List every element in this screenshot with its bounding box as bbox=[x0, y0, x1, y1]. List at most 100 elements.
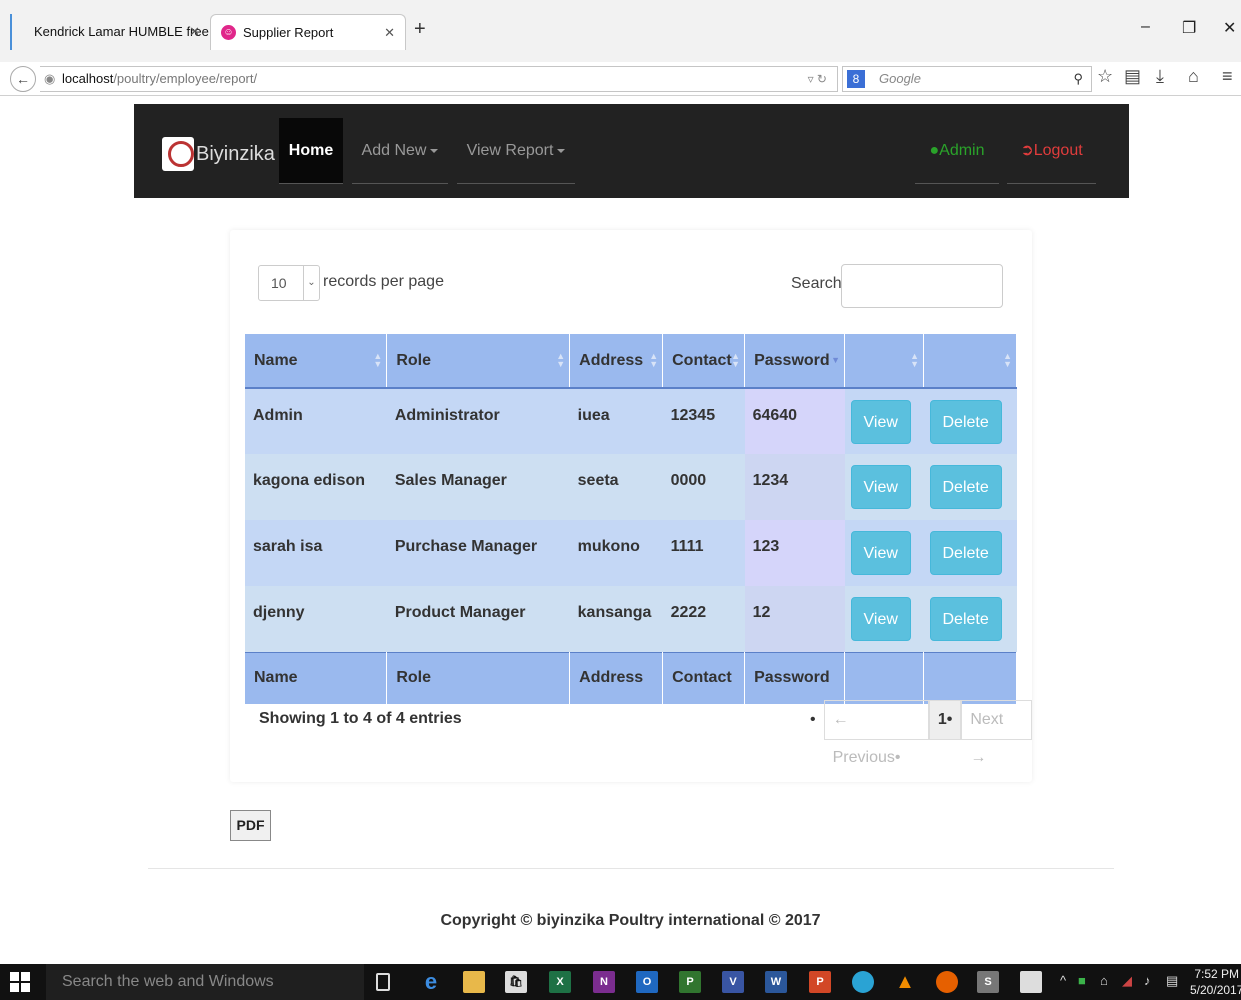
outlook-icon[interactable]: O bbox=[636, 971, 658, 993]
nav-admin-label: Admin bbox=[939, 142, 985, 159]
tray-app-icon[interactable]: ■ bbox=[1078, 973, 1086, 988]
caret-down-icon bbox=[430, 148, 439, 153]
reading-list-icon[interactable]: ▤ bbox=[1124, 66, 1141, 87]
word-icon[interactable]: W bbox=[765, 971, 787, 993]
notifications-icon[interactable]: ▤ bbox=[1166, 973, 1178, 989]
magnifier-icon[interactable]: ⚲ bbox=[1073, 67, 1083, 91]
bird-app-icon[interactable] bbox=[852, 971, 874, 993]
nav-logout[interactable]: ➲Logout bbox=[1007, 118, 1096, 184]
nav-add-new[interactable]: Add New bbox=[352, 118, 448, 184]
table-footer-row: Name Role Address Contact Password bbox=[245, 651, 1017, 704]
nav-view-report-label: View Report bbox=[466, 142, 554, 159]
visio-icon[interactable]: V bbox=[722, 971, 744, 993]
report-panel: 10 ⌄ records per page Search: Name ▲ ▼ Rol… bbox=[230, 230, 1032, 782]
vlc-icon[interactable]: ▲ bbox=[894, 971, 916, 993]
tab-close-icon[interactable]: ✕ bbox=[189, 14, 200, 50]
pdf-button[interactable]: PDF bbox=[230, 810, 271, 841]
nav-admin[interactable]: ●Admin bbox=[915, 118, 999, 184]
next-page-button[interactable]: Next → bbox=[961, 700, 1032, 766]
excel-icon[interactable]: X bbox=[549, 971, 571, 993]
store-icon[interactable]: 🛍 bbox=[505, 971, 527, 993]
brand-logo-icon bbox=[162, 137, 194, 171]
previous-page-button[interactable]: ← Previous• bbox=[823, 700, 929, 766]
col-header-password[interactable]: Password ▼ bbox=[744, 334, 846, 389]
restore-icon[interactable]: ❐ bbox=[1182, 18, 1196, 38]
nav-view-report[interactable]: View Report bbox=[457, 118, 575, 184]
tab-favicon-icon: ☺ bbox=[221, 25, 236, 40]
foot-name: Name bbox=[245, 651, 388, 704]
powerpoint-icon[interactable]: P bbox=[809, 971, 831, 993]
page-length-select[interactable]: 10 ⌄ bbox=[258, 265, 320, 301]
minimize-icon[interactable]: – bbox=[1141, 18, 1150, 36]
edge-icon[interactable]: e bbox=[420, 971, 442, 993]
sort-icon: ▲ ▼ bbox=[910, 351, 919, 369]
nav-home[interactable]: Home bbox=[279, 118, 343, 184]
delete-button[interactable]: Delete bbox=[929, 400, 1002, 444]
col-header-contact[interactable]: Contact ▲ ▼ bbox=[662, 334, 746, 389]
task-view-icon[interactable] bbox=[376, 973, 390, 991]
cell-delete: Delete bbox=[923, 388, 1017, 454]
browser-tab-2-active[interactable]: ☺ Supplier Report ✕ bbox=[210, 14, 406, 50]
view-button[interactable]: View bbox=[850, 531, 911, 575]
tray-chevron-icon[interactable]: ^ bbox=[1060, 973, 1066, 988]
taskbar-search[interactable]: Search the web and Windows bbox=[46, 964, 364, 1000]
search-input[interactable] bbox=[841, 264, 1003, 308]
cell-delete: Delete bbox=[923, 586, 1017, 652]
col-header-address[interactable]: Address ▲ ▼ bbox=[569, 334, 664, 389]
cell-view: View bbox=[844, 454, 924, 520]
brand[interactable]: Biyinzika bbox=[162, 134, 275, 174]
table-row: Admin Administrator iuea 12345 64640 Vie… bbox=[245, 388, 1017, 454]
cell-address: iuea bbox=[569, 388, 663, 454]
col-header-role[interactable]: Role ▲ ▼ bbox=[386, 334, 571, 389]
window-close-icon[interactable]: ✕ bbox=[1223, 18, 1236, 38]
tab-close-icon[interactable]: ✕ bbox=[384, 15, 395, 51]
url-bar[interactable]: ◉ localhost/poultry/employee/report/ ▿ ↻ bbox=[40, 66, 838, 92]
pagination: • ← Previous• 1• Next → bbox=[810, 700, 1032, 766]
col-header-view[interactable]: ▲ ▼ bbox=[844, 334, 924, 389]
url-path: /poultry/employee/report/ bbox=[113, 71, 258, 86]
table-row: sarah isa Purchase Manager mukono 1111 1… bbox=[245, 520, 1017, 586]
sublime-icon[interactable]: S bbox=[977, 971, 999, 993]
browser-search-box[interactable]: 8 Google ⚲ bbox=[842, 66, 1092, 92]
cell-view: View bbox=[844, 586, 924, 652]
home-icon[interactable]: ⌂ bbox=[1188, 66, 1199, 87]
network-icon[interactable]: ⌂ bbox=[1100, 973, 1108, 988]
user-icon: ● bbox=[929, 142, 940, 159]
browser-tab-1[interactable]: Kendrick Lamar HUMBLE free ... ✕ bbox=[10, 14, 210, 75]
new-tab-icon[interactable]: + bbox=[414, 18, 426, 41]
delete-button[interactable]: Delete bbox=[929, 465, 1002, 509]
cell-password: 1234 bbox=[744, 454, 845, 520]
cell-role: Product Manager bbox=[386, 586, 570, 652]
bookmark-star-icon[interactable]: ☆ bbox=[1097, 66, 1113, 87]
col-header-delete[interactable]: ▲ ▼ bbox=[923, 334, 1017, 389]
employee-table: Name ▲ ▼ Role ▲ ▼ Address ▲ ▼ Contact ▲ ▼ Passwo… bbox=[245, 334, 1017, 704]
cell-delete: Delete bbox=[923, 520, 1017, 586]
cell-name: Admin bbox=[245, 388, 387, 454]
file-explorer-icon[interactable] bbox=[463, 971, 485, 993]
view-button[interactable]: View bbox=[850, 465, 911, 509]
col-header-name[interactable]: Name ▲ ▼ bbox=[245, 334, 388, 389]
cell-name: kagona edison bbox=[245, 454, 387, 520]
taskbar-clock[interactable]: 7:52 PM 5/20/2017 bbox=[1190, 966, 1241, 998]
menu-icon[interactable]: ≡ bbox=[1222, 66, 1233, 87]
volume-icon[interactable]: ♪ bbox=[1144, 973, 1151, 988]
page-1-button[interactable]: 1• bbox=[928, 700, 962, 740]
delete-button[interactable]: Delete bbox=[929, 531, 1002, 575]
windows-start-icon[interactable] bbox=[10, 972, 30, 992]
cell-address: kansanga bbox=[569, 586, 663, 652]
firefox-icon[interactable] bbox=[936, 971, 958, 993]
cell-role: Sales Manager bbox=[386, 454, 570, 520]
download-icon[interactable]: ⤓ bbox=[1156, 66, 1164, 87]
project-icon[interactable]: P bbox=[679, 971, 701, 993]
back-arrow-icon[interactable]: ← bbox=[10, 66, 36, 92]
caret-down-icon bbox=[557, 148, 566, 153]
view-button[interactable]: View bbox=[850, 597, 911, 641]
window-app-icon[interactable] bbox=[1020, 971, 1042, 993]
view-button[interactable]: View bbox=[850, 400, 911, 444]
cell-contact: 0000 bbox=[662, 454, 745, 520]
onenote-icon[interactable]: N bbox=[593, 971, 615, 993]
reload-icon[interactable]: ▿ ↻ bbox=[808, 67, 827, 91]
battery-icon[interactable]: ◢ bbox=[1122, 973, 1132, 989]
delete-button[interactable]: Delete bbox=[929, 597, 1002, 641]
footer-divider bbox=[148, 868, 1114, 869]
